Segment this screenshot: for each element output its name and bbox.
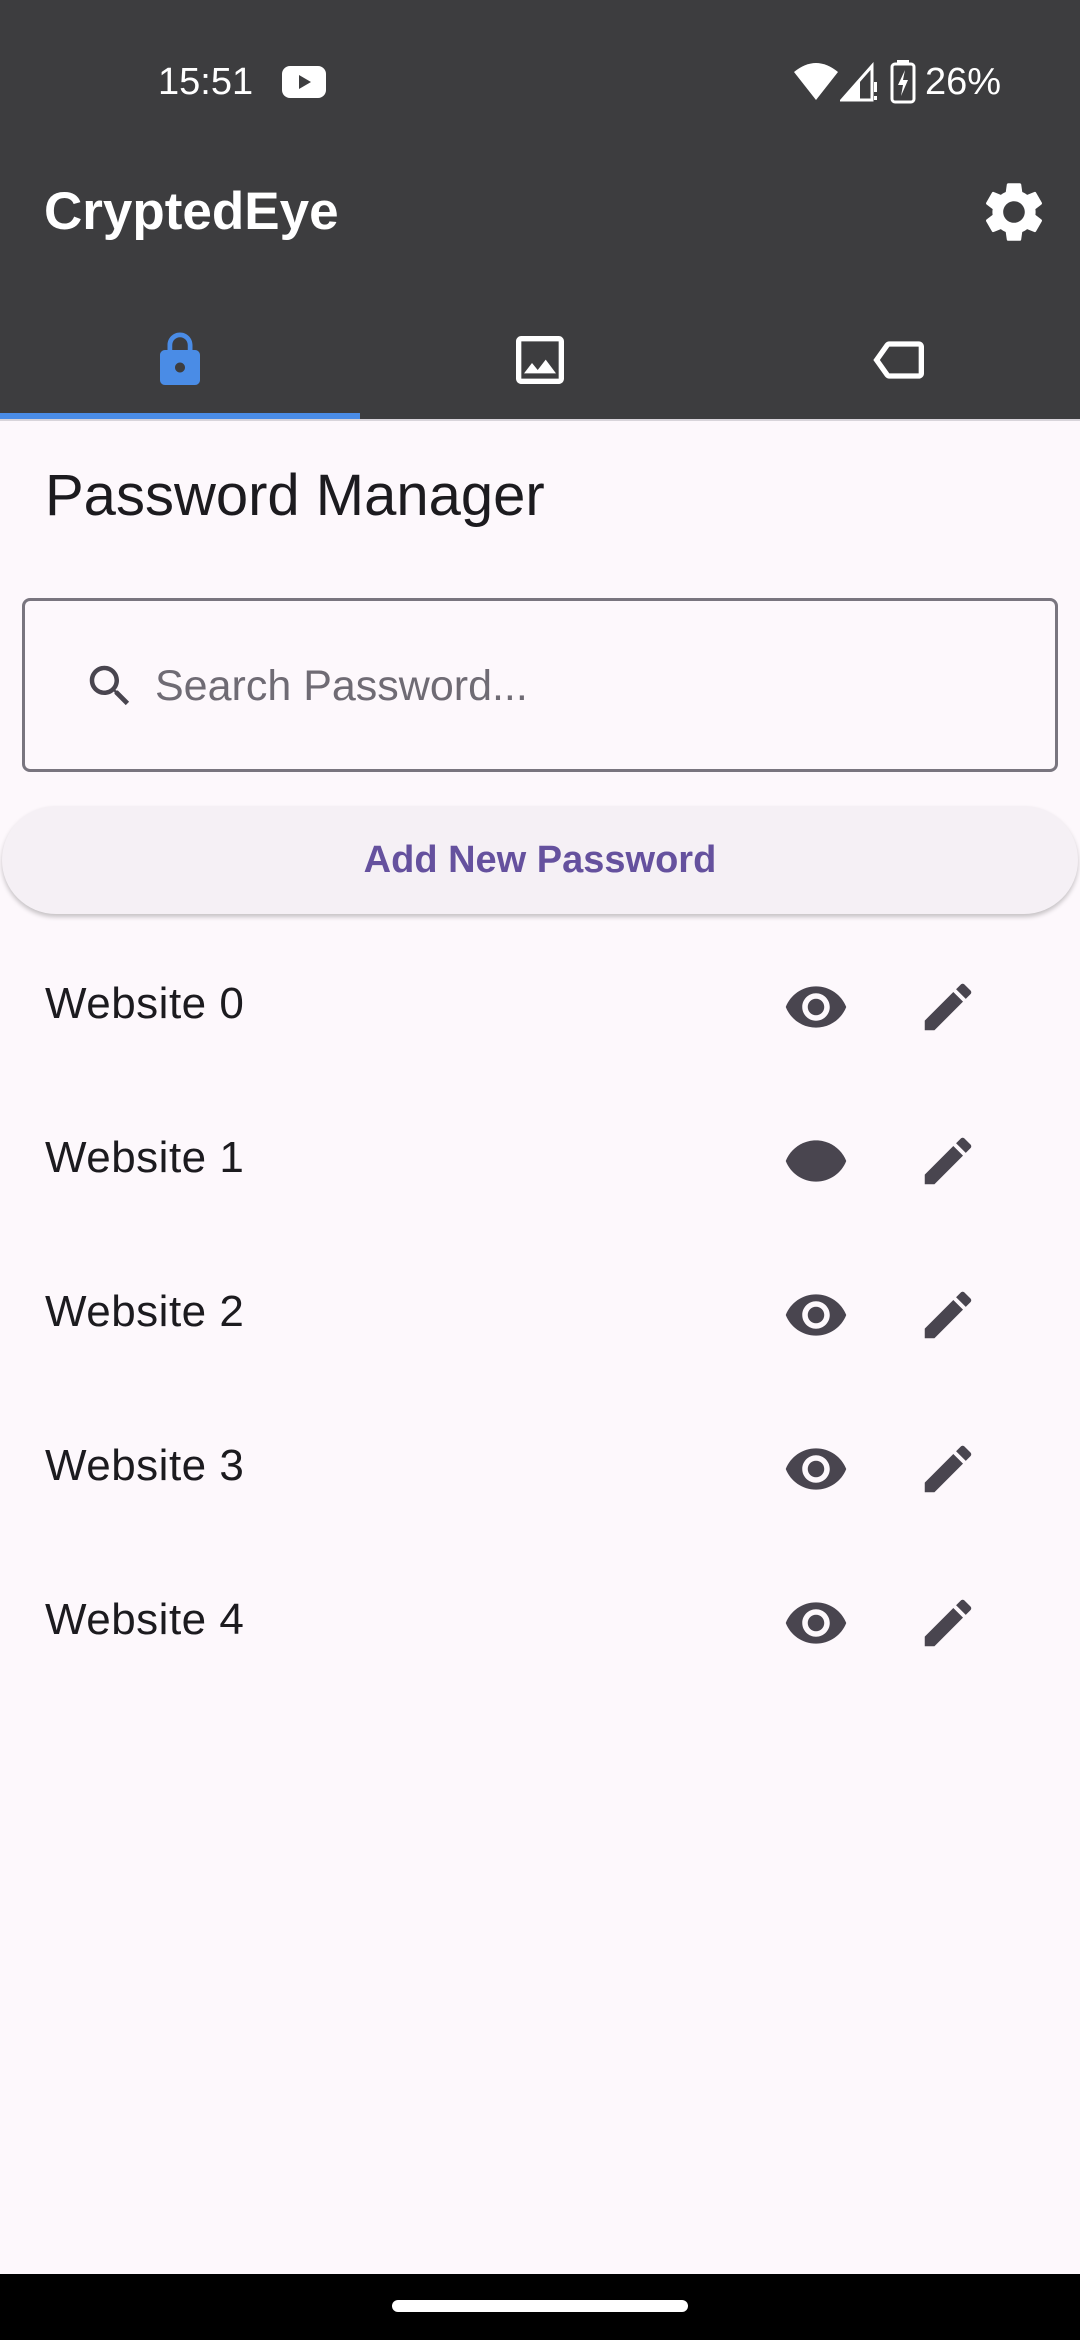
system-navigation-bar	[0, 2274, 1080, 2340]
edit-password-button[interactable]	[908, 1275, 988, 1355]
tab-notes[interactable]	[720, 300, 1080, 419]
battery-percentage: 26%	[925, 61, 1002, 103]
list-item[interactable]: Website 3	[0, 1389, 1080, 1543]
list-item[interactable]: Website 4	[0, 1543, 1080, 1697]
edit-password-button[interactable]	[908, 1121, 988, 1201]
list-item-label: Website 4	[45, 1595, 245, 1644]
view-password-button[interactable]	[776, 1121, 856, 1201]
list-item[interactable]: Website 1	[0, 1081, 1080, 1235]
eye-icon	[785, 1602, 847, 1644]
list-item-label: Website 2	[45, 1287, 245, 1336]
eye-icon	[785, 1448, 847, 1490]
tab-passwords[interactable]	[0, 300, 360, 419]
wifi-icon	[794, 63, 838, 100]
tab-images[interactable]	[360, 300, 720, 419]
pencil-icon	[924, 1137, 972, 1185]
screen: 15:51 26% CryptedEye Password Manager Se…	[0, 0, 1080, 2340]
gear-icon	[985, 183, 1043, 241]
edit-password-button[interactable]	[908, 1429, 988, 1509]
image-icon	[516, 335, 564, 384]
youtube-icon	[282, 66, 326, 98]
lock-icon	[160, 332, 200, 385]
pencil-icon	[924, 1445, 972, 1493]
list-item-label: Website 0	[45, 979, 245, 1028]
page-title: Password Manager	[45, 463, 545, 528]
eye-icon	[785, 986, 847, 1028]
list-item-label: Website 1	[45, 1133, 245, 1182]
edit-password-button[interactable]	[908, 1583, 988, 1663]
view-password-button[interactable]	[776, 967, 856, 1047]
eye-icon	[785, 1294, 847, 1336]
signal-icon	[840, 62, 877, 102]
edit-password-button[interactable]	[908, 967, 988, 1047]
battery-charging-icon	[890, 60, 916, 104]
app-header: 15:51 26% CryptedEye	[0, 0, 1080, 419]
list-item[interactable]: Website 0	[0, 927, 1080, 1081]
view-password-button[interactable]	[776, 1583, 856, 1663]
view-password-button[interactable]	[776, 1429, 856, 1509]
settings-button[interactable]	[974, 172, 1054, 252]
view-password-button[interactable]	[776, 1275, 856, 1355]
app-title: CryptedEye	[44, 182, 339, 241]
pencil-icon	[924, 1599, 972, 1647]
status-time: 15:51	[158, 61, 254, 103]
status-bar: 15:51 26%	[0, 0, 1080, 166]
label-icon	[873, 340, 924, 379]
list-item-label: Website 3	[45, 1441, 245, 1490]
pencil-icon	[924, 1291, 972, 1339]
eye-icon	[785, 1140, 847, 1182]
password-list: Website 0 Website 1 Website 2 Website 3 …	[0, 927, 1080, 1697]
search-icon	[89, 665, 130, 706]
pencil-icon	[924, 983, 972, 1031]
add-new-password-button[interactable]: Add New Password	[2, 806, 1078, 914]
add-new-password-label: Add New Password	[363, 838, 717, 881]
search-field[interactable]	[22, 598, 1058, 772]
list-item[interactable]: Website 2	[0, 1235, 1080, 1389]
tab-bar	[0, 300, 1080, 419]
tab-divider	[0, 419, 1080, 421]
search-input[interactable]	[155, 641, 1015, 731]
home-gesture-handle[interactable]	[392, 2300, 688, 2312]
